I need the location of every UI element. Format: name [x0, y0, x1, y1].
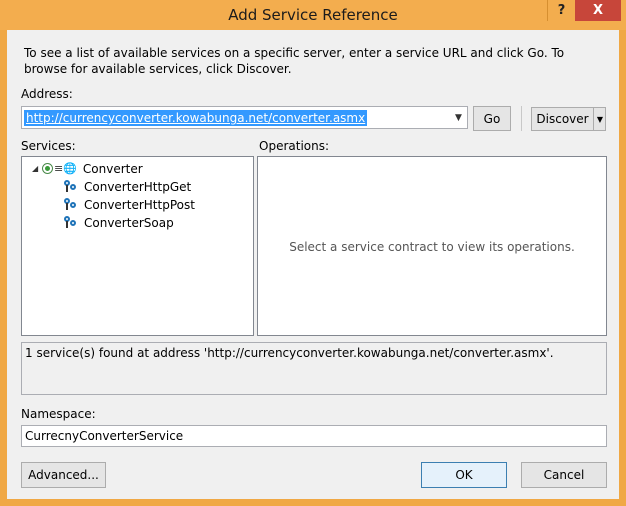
- discover-split-button[interactable]: Discover ▼: [531, 107, 606, 131]
- close-button[interactable]: X: [575, 0, 621, 21]
- intro-text: To see a list of available services on a…: [24, 46, 565, 76]
- expand-collapse-icon[interactable]: ◢: [32, 164, 42, 173]
- globe-icon: ≡🌐: [54, 162, 77, 175]
- operations-list[interactable]: Select a service contract to view its op…: [257, 156, 607, 336]
- dialog-window: Add Service Reference ? X To see a list …: [0, 0, 626, 506]
- discover-dropdown-icon[interactable]: ▼: [594, 108, 606, 130]
- discover-button[interactable]: Discover: [532, 108, 593, 130]
- tree-item-label: Converter: [82, 161, 143, 176]
- operations-empty-message: Select a service contract to view its op…: [289, 240, 575, 254]
- dialog-body: To see a list of available services on a…: [7, 30, 619, 499]
- ok-button[interactable]: OK: [421, 462, 507, 488]
- status-box: 1 service(s) found at address 'http://cu…: [21, 342, 607, 395]
- dialog-title: Add Service Reference: [228, 6, 398, 24]
- endpoint-icon: [64, 179, 78, 194]
- namespace-label: Namespace:: [21, 407, 96, 421]
- address-label: Address:: [21, 87, 73, 101]
- go-button[interactable]: Go: [473, 106, 511, 131]
- endpoint-icon: [64, 215, 78, 230]
- tree-item-endpoint[interactable]: ConverterHttpGet: [64, 178, 191, 195]
- services-tree[interactable]: ◢ ≡🌐 Converter ConverterHttpGet Converte…: [21, 156, 254, 336]
- tree-item-label: ConverterSoap: [84, 215, 174, 230]
- namespace-input[interactable]: CurrecnyConverterService: [21, 425, 607, 447]
- operations-label: Operations:: [259, 139, 330, 153]
- tree-item-endpoint[interactable]: ConverterSoap: [64, 214, 174, 231]
- endpoint-icon: [64, 197, 78, 212]
- tree-item-label: ConverterHttpGet: [84, 179, 192, 194]
- tree-item-converter[interactable]: ◢ ≡🌐 Converter: [32, 160, 143, 177]
- status-text: 1 service(s) found at address 'http://cu…: [25, 346, 554, 360]
- toolbar-separator: [521, 106, 522, 131]
- services-label: Services:: [21, 139, 76, 153]
- cancel-button[interactable]: Cancel: [521, 462, 607, 488]
- tree-item-label: ConverterHttpPost: [84, 197, 195, 212]
- address-combobox[interactable]: http://currencyconverter.kowabunga.net/c…: [21, 106, 468, 129]
- service-icon: [42, 163, 53, 174]
- address-input[interactable]: http://currencyconverter.kowabunga.net/c…: [24, 110, 368, 126]
- chevron-down-icon[interactable]: ▼: [450, 107, 467, 128]
- tree-item-endpoint[interactable]: ConverterHttpPost: [64, 196, 195, 213]
- advanced-button[interactable]: Advanced...: [21, 462, 106, 488]
- help-button[interactable]: ?: [547, 0, 575, 21]
- title-bar[interactable]: Add Service Reference ? X: [0, 0, 626, 30]
